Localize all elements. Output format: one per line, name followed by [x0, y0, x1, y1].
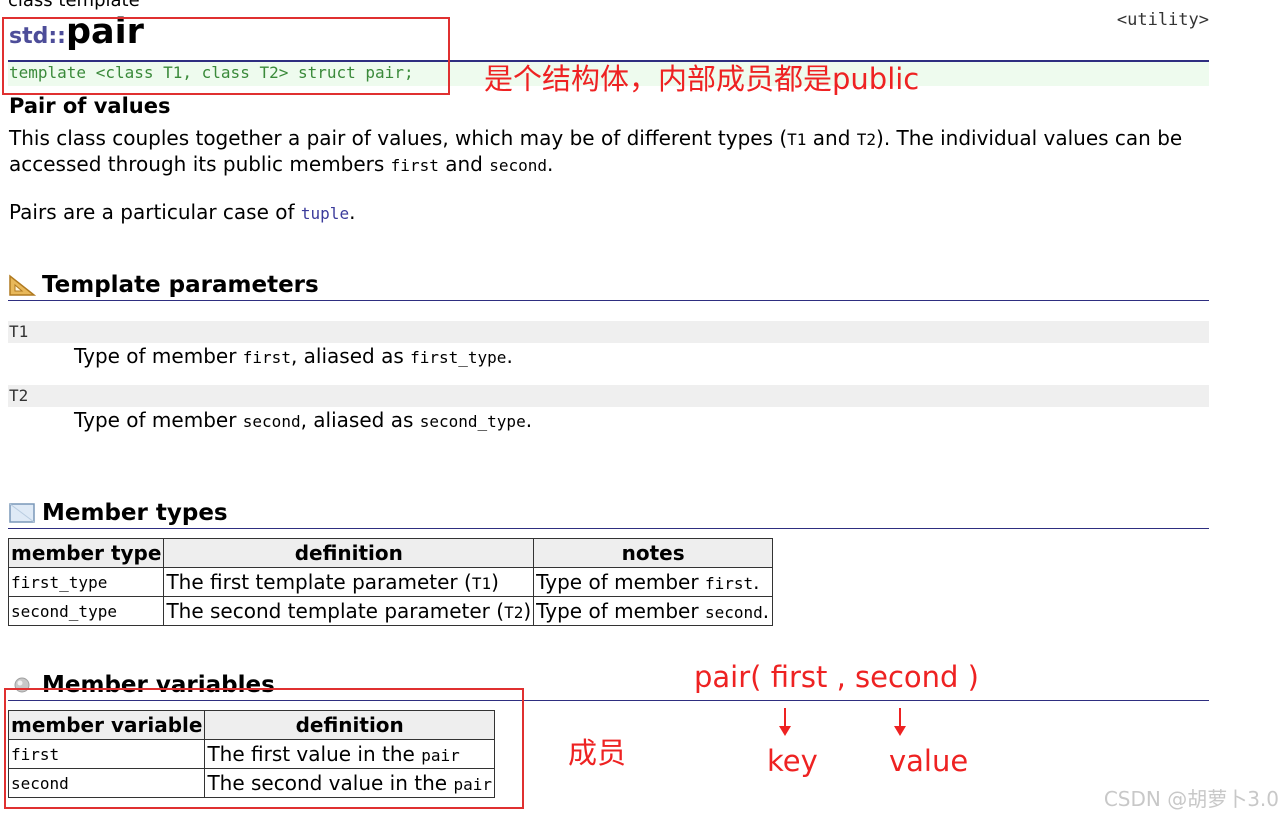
text: The first template parameter ( [166, 570, 472, 594]
section-title: Member types [42, 500, 228, 526]
annotation-key: key [767, 744, 818, 778]
cell-notes: Type of member second. [533, 596, 774, 626]
text: , aliased as [290, 344, 411, 368]
box-icon [9, 503, 35, 523]
arrow-down-icon [779, 708, 791, 736]
class-kind-label: class template [8, 0, 140, 11]
column-header: member type [7, 538, 165, 568]
text: and [438, 152, 490, 176]
cell-definition: The second template parameter (T2) [163, 596, 535, 626]
code-second: second [489, 156, 547, 175]
param-bar-t1 [8, 321, 1209, 343]
code-member: first [242, 348, 291, 367]
code: T1 [471, 574, 492, 593]
description-subtitle: Pair of values [9, 94, 171, 118]
code-alias: second_type [419, 412, 526, 431]
text: Type of member [74, 344, 243, 368]
table-header-row: member type definition notes [7, 538, 774, 568]
text: , aliased as [300, 408, 420, 432]
text: Type of member [536, 570, 705, 594]
section-divider [8, 528, 1209, 529]
param-name-t2: T2 [9, 386, 29, 405]
code-alias: first_type [410, 348, 507, 367]
code: second [704, 603, 763, 622]
annotation-box-members [4, 688, 524, 809]
description-paragraph-2: Pairs are a particular case of tuple. [9, 200, 1209, 226]
annotation-members-note: 成员 [568, 736, 627, 770]
text: . [506, 344, 513, 368]
watermark: CSDN @胡萝卜3.0 [1103, 787, 1279, 811]
section-title: Template parameters [42, 272, 319, 298]
description-paragraph-1: This class couples together a pair of va… [9, 126, 1209, 178]
text: ) [523, 599, 532, 623]
arrow-down-icon [894, 708, 906, 736]
text: . [349, 200, 356, 224]
param-desc-t1: Type of member first, aliased as first_t… [74, 344, 513, 368]
code-member: second [242, 412, 301, 431]
param-name-t1: T1 [9, 322, 29, 341]
code: first [704, 574, 754, 593]
text: . [753, 570, 760, 594]
cell-type: first_type [7, 567, 165, 597]
table-row: second_type The second template paramete… [7, 596, 774, 626]
column-header: definition [163, 538, 535, 568]
cell-notes: Type of member first. [533, 567, 774, 597]
text: . [525, 408, 533, 432]
annotation-struct-note: 是个结构体，内部成员都是public [484, 62, 920, 96]
text: The second template parameter ( [166, 599, 505, 623]
text: Type of member [74, 408, 243, 432]
member-types-heading: Member types [8, 500, 228, 526]
code-t2: T2 [856, 130, 877, 149]
param-bar-t2 [8, 385, 1209, 407]
code-first: first [390, 156, 439, 175]
text: ) [491, 570, 499, 594]
table-row: first_type The first template parameter … [7, 567, 774, 597]
template-params-heading: Template parameters [8, 272, 319, 298]
header-link[interactable]: <utility> [1117, 10, 1209, 30]
text: and [806, 126, 857, 150]
code-t1: T1 [787, 130, 807, 149]
tuple-link[interactable]: tuple [301, 204, 349, 223]
code: T2 [504, 603, 524, 622]
cell-type: second_type [7, 596, 165, 626]
annotation-box-title [2, 17, 450, 95]
param-desc-t2: Type of member second, aliased as second… [74, 408, 532, 432]
text: . [546, 152, 554, 176]
annotation-pair-expr: pair( first , second ) [694, 660, 979, 694]
text: . [762, 599, 770, 623]
text: This class couples together a pair of va… [9, 126, 788, 150]
section-divider [8, 300, 1209, 301]
column-header: notes [533, 538, 774, 568]
member-types-table: member type definition notes first_type … [7, 538, 774, 626]
text: Type of member [536, 599, 705, 623]
triangle-ruler-icon [9, 274, 36, 296]
annotation-value: value [889, 744, 969, 778]
text: Pairs are a particular case of [9, 200, 301, 224]
cell-definition: The first template parameter (T1) [163, 567, 535, 597]
